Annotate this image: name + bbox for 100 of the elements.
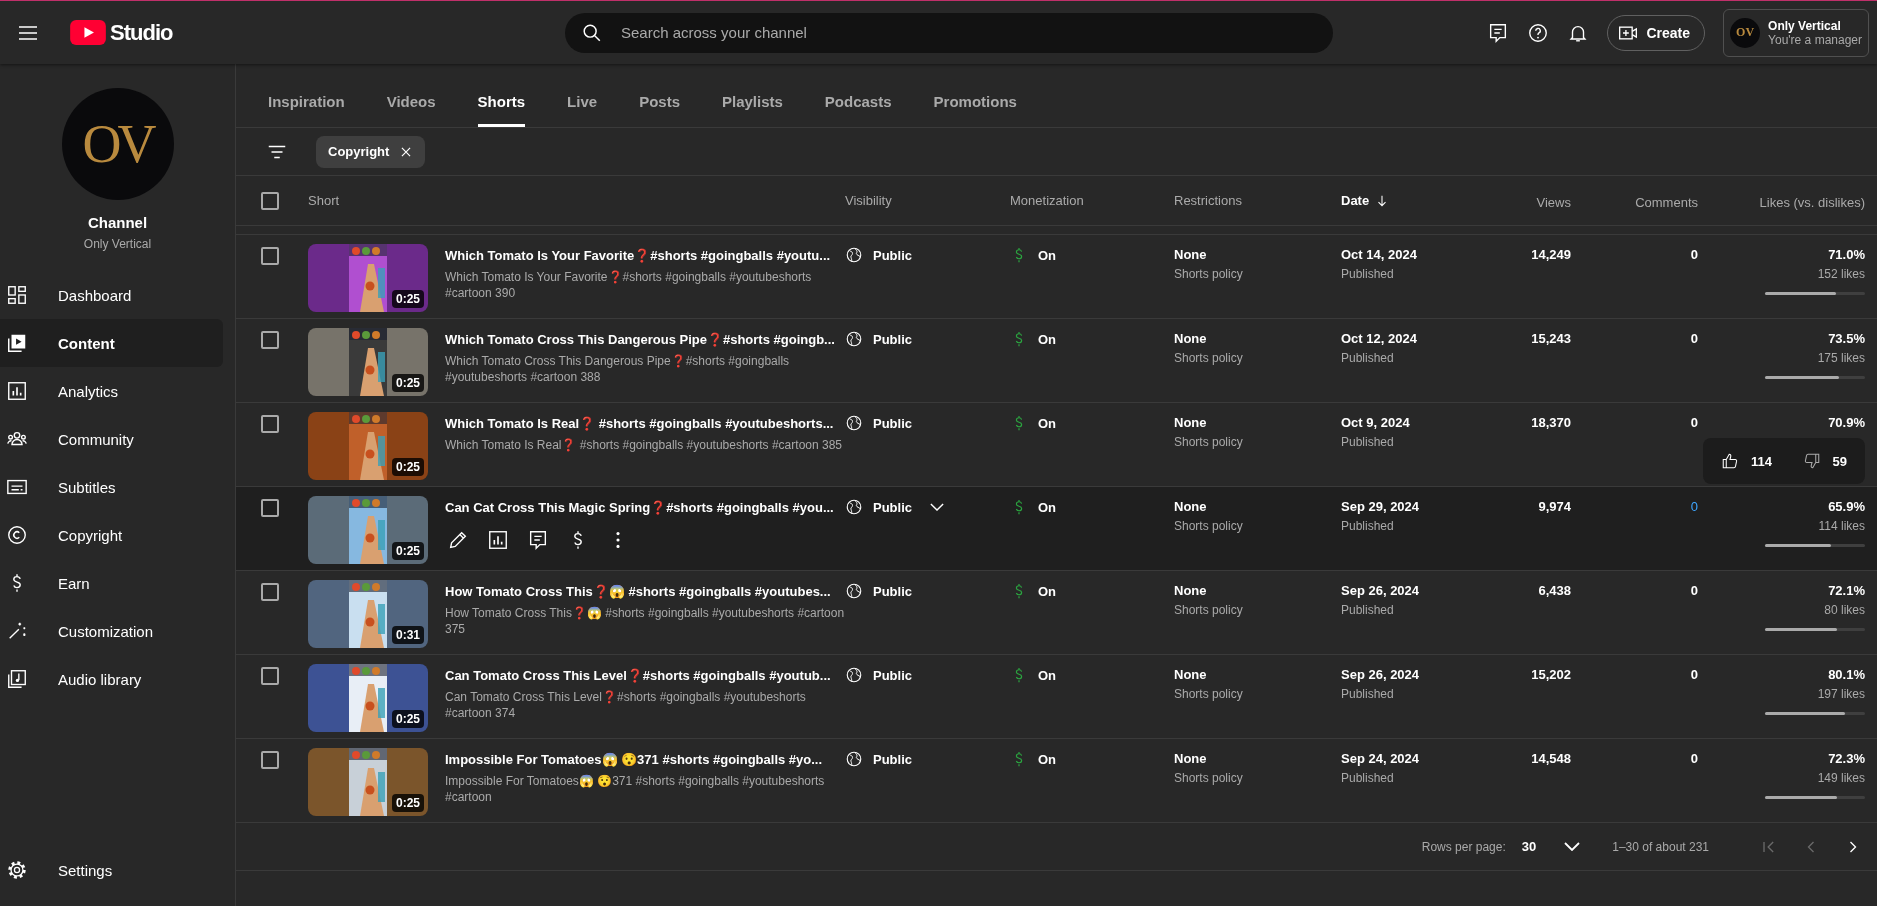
views-count: 9,974	[1538, 499, 1571, 514]
rows-per-page-dropdown[interactable]: 30	[1521, 839, 1581, 854]
tab[interactable]: Videos	[386, 64, 436, 127]
globe-icon	[845, 498, 863, 516]
help-icon[interactable]	[1527, 21, 1550, 44]
likes-percent: 70.9%	[1828, 415, 1865, 430]
row-checkbox[interactable]	[261, 751, 279, 769]
settings-item[interactable]: Settings	[0, 846, 235, 894]
restriction-note: Shorts policy	[1174, 351, 1243, 365]
row-checkbox[interactable]	[261, 499, 279, 517]
likes-percent: 65.9%	[1828, 499, 1865, 514]
monetization-status: On	[1038, 331, 1057, 347]
column-header[interactable]: Visibility	[845, 193, 892, 208]
comments-count[interactable]: 0	[1690, 499, 1698, 514]
music-library-icon	[6, 668, 28, 690]
row-checkbox[interactable]	[261, 667, 279, 685]
account-switcher[interactable]: OV Only Vertical You're a manager	[1723, 8, 1869, 57]
select-all-checkbox[interactable]	[261, 191, 279, 210]
sidebar-item[interactable]: Customization	[0, 607, 223, 655]
tab[interactable]: Shorts	[477, 64, 526, 127]
row-checkbox[interactable]	[261, 583, 279, 601]
tab[interactable]: Live	[567, 64, 598, 127]
sidebar-item[interactable]: Content	[0, 319, 223, 367]
video-title[interactable]: Can Cat Cross This Magic Spring❓#shorts #goingballs #you...	[445, 499, 845, 517]
globe-icon	[845, 750, 863, 768]
restriction-status: None	[1174, 247, 1207, 262]
video-title[interactable]: Which Tomato Cross This Dangerous Pipe❓#shorts #goingb...	[445, 331, 845, 349]
visibility-status: Public	[873, 583, 912, 599]
bar-chart-icon[interactable]	[487, 529, 509, 551]
likes-count: 114 likes	[1818, 519, 1865, 533]
tab[interactable]: Posts	[639, 64, 680, 127]
sidebar-item[interactable]: Subtitles	[0, 463, 223, 511]
video-title[interactable]: Impossible For Tomatoes😱 😯371 #shorts #goingballs #yo...	[445, 751, 845, 769]
channel-avatar[interactable]: OV	[61, 88, 174, 200]
likes-percent: 72.3%	[1828, 751, 1865, 766]
publish-date: Sep 26, 2024	[1341, 667, 1420, 682]
video-title[interactable]: Which Tomato Is Your Favorite❓#shorts #goingballs #youtu...	[445, 247, 845, 265]
publish-date: Sep 24, 2024	[1341, 751, 1420, 766]
video-library-icon	[6, 332, 28, 354]
row-checkbox[interactable]	[261, 415, 279, 433]
sidebar-item[interactable]: Audio library	[0, 655, 223, 703]
tab[interactable]: Playlists	[722, 64, 783, 127]
views-count: 15,243	[1531, 331, 1571, 346]
account-role: You're a manager	[1768, 32, 1862, 47]
globe-icon	[845, 330, 863, 348]
tab[interactable]: Promotions	[933, 64, 1017, 127]
duration-badge: 0:25	[391, 710, 424, 728]
comments-count: 0	[1690, 751, 1698, 766]
column-header[interactable]: Likes (vs. dislikes)	[1759, 194, 1865, 210]
comment-icon[interactable]	[527, 529, 549, 551]
monetization-status: On	[1038, 667, 1057, 683]
play-logo-icon	[70, 20, 106, 45]
page-range: 1–30 of about 231	[1612, 839, 1709, 854]
globe-icon	[845, 582, 863, 600]
publish-status: Published	[1341, 687, 1394, 701]
visibility-status: Public	[873, 667, 912, 683]
sidebar-item[interactable]: Analytics	[0, 367, 223, 415]
column-header[interactable]: Views	[1536, 194, 1571, 210]
comments-count: 0	[1690, 247, 1698, 262]
comments-count: 0	[1690, 331, 1698, 346]
sidebar-item[interactable]: Community	[0, 415, 223, 463]
globe-icon	[845, 246, 863, 264]
column-header[interactable]: Monetization	[1010, 193, 1084, 208]
table-row[interactable]: 0:25 Can Cat Cross This Magic Spring❓#shorts #goingballs #you... Public On None Shorts policy Sep 29, 2024 Published 9,974 0 65.9% 114 likes	[236, 487, 1877, 571]
row-checkbox[interactable]	[261, 247, 279, 265]
video-title[interactable]: How Tomato Cross This❓😱 #shorts #goingballs #youtubes...	[445, 583, 845, 601]
likes-percent: 72.1%	[1828, 583, 1865, 598]
comments-count: 0	[1690, 583, 1698, 598]
restriction-status: None	[1174, 331, 1207, 346]
dislikes-number: 59	[1832, 453, 1847, 469]
likes-count: 175 likes	[1817, 351, 1865, 365]
duration-badge: 0:25	[391, 542, 424, 560]
column-header[interactable]: Comments	[1635, 194, 1698, 210]
tab[interactable]: Podcasts	[824, 64, 892, 127]
restriction-note: Shorts policy	[1174, 519, 1243, 533]
video-title[interactable]: Which Tomato Is Real❓ #shorts #goingballs #youtubeshorts...	[445, 415, 845, 433]
monetization-status: On	[1038, 247, 1057, 263]
channel-title: Channel	[87, 214, 148, 231]
duration-badge: 0:31	[391, 626, 424, 644]
caret-icon[interactable]	[930, 503, 944, 511]
search-field[interactable]: Search across your channel	[565, 12, 1333, 53]
globe-icon	[845, 414, 863, 432]
monetization-status: On	[1038, 415, 1057, 431]
column-header[interactable]: Short	[308, 193, 340, 208]
tab[interactable]: Inspiration	[268, 64, 345, 127]
column-header[interactable]: Restrictions	[1174, 193, 1242, 208]
likes-count: 197 likes	[1817, 687, 1865, 701]
pencil-icon[interactable]	[447, 529, 469, 551]
column-header[interactable]: Date	[1341, 193, 1370, 208]
views-count: 18,370	[1531, 415, 1571, 430]
video-description: Which Tomato Is Real❓ #shorts #goingballs #youtubeshorts #cartoon 385	[445, 437, 843, 453]
dashboard-icon	[6, 284, 28, 306]
filter-chip[interactable]: Copyright	[316, 135, 426, 168]
row-checkbox[interactable]	[261, 331, 279, 349]
sidebar-item[interactable]: Earn	[0, 559, 223, 607]
restriction-status: None	[1174, 499, 1207, 514]
sidebar-item[interactable]: Copyright	[0, 511, 223, 559]
sidebar-item[interactable]: Dashboard	[0, 271, 223, 319]
video-title[interactable]: Can Tomato Cross This Level❓#shorts #goingballs #youtub...	[445, 667, 845, 685]
restriction-note: Shorts policy	[1174, 687, 1243, 701]
